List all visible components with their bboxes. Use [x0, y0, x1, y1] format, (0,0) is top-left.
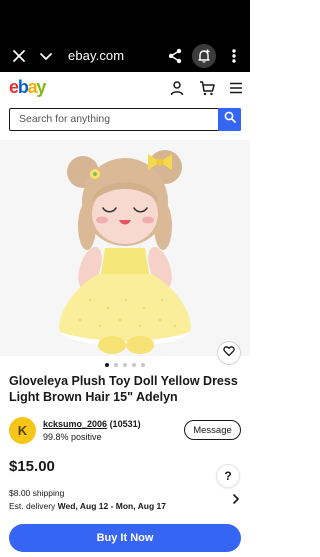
- chevron-right-icon[interactable]: [231, 492, 241, 504]
- browser-toolbar: ebay.com: [0, 40, 250, 72]
- help-button[interactable]: ?: [217, 465, 239, 487]
- item-price: $15.00: [9, 458, 55, 475]
- browser-url[interactable]: ebay.com: [68, 48, 124, 63]
- close-icon[interactable]: [9, 46, 29, 66]
- status-bar: [0, 0, 250, 40]
- watch-button[interactable]: [217, 341, 241, 365]
- carousel-dot[interactable]: [105, 363, 109, 367]
- carousel-dot[interactable]: [141, 363, 145, 367]
- shipping-cost: $8.00 shipping: [9, 488, 65, 498]
- heart-icon: [223, 344, 235, 362]
- seller-username[interactable]: kcksumo_2006: [43, 419, 107, 429]
- notification-bell-icon[interactable]: [192, 44, 216, 68]
- message-seller-button[interactable]: Message: [184, 420, 241, 440]
- share-icon[interactable]: [165, 46, 185, 66]
- carousel-dot[interactable]: [132, 363, 136, 367]
- chevron-down-icon[interactable]: [36, 46, 56, 66]
- seller-info: kcksumo_2006 (10531): [43, 419, 141, 429]
- search-icon: [224, 110, 236, 128]
- user-icon[interactable]: [169, 80, 185, 96]
- search-input[interactable]: [10, 109, 216, 129]
- delivery-prefix: Est. delivery: [9, 501, 56, 511]
- ebay-logo[interactable]: ebay: [9, 77, 46, 98]
- carousel-dot[interactable]: [123, 363, 127, 367]
- menu-icon[interactable]: [229, 81, 243, 95]
- more-vertical-icon[interactable]: [228, 46, 240, 66]
- seller-feedback-score: (10531): [109, 419, 141, 429]
- delivery-dates: Wed, Aug 12 - Mon, Aug 17: [57, 501, 166, 511]
- search-bar: [9, 107, 241, 131]
- item-title: Gloveleya Plush Toy Doll Yellow Dress Li…: [9, 374, 238, 404]
- carousel-indicator: [0, 363, 250, 369]
- cart-icon[interactable]: [199, 80, 215, 96]
- product-image[interactable]: [0, 140, 250, 356]
- search-button[interactable]: [218, 107, 241, 131]
- seller-avatar[interactable]: K: [9, 417, 36, 444]
- seller-positive-rate: 99.8% positive: [43, 432, 102, 442]
- carousel-dot[interactable]: [114, 363, 118, 367]
- delivery-estimate: Est. delivery Wed, Aug 12 - Mon, Aug 17: [9, 501, 166, 511]
- site-header: ebay: [0, 72, 250, 106]
- buy-it-now-button[interactable]: Buy It Now: [9, 524, 241, 552]
